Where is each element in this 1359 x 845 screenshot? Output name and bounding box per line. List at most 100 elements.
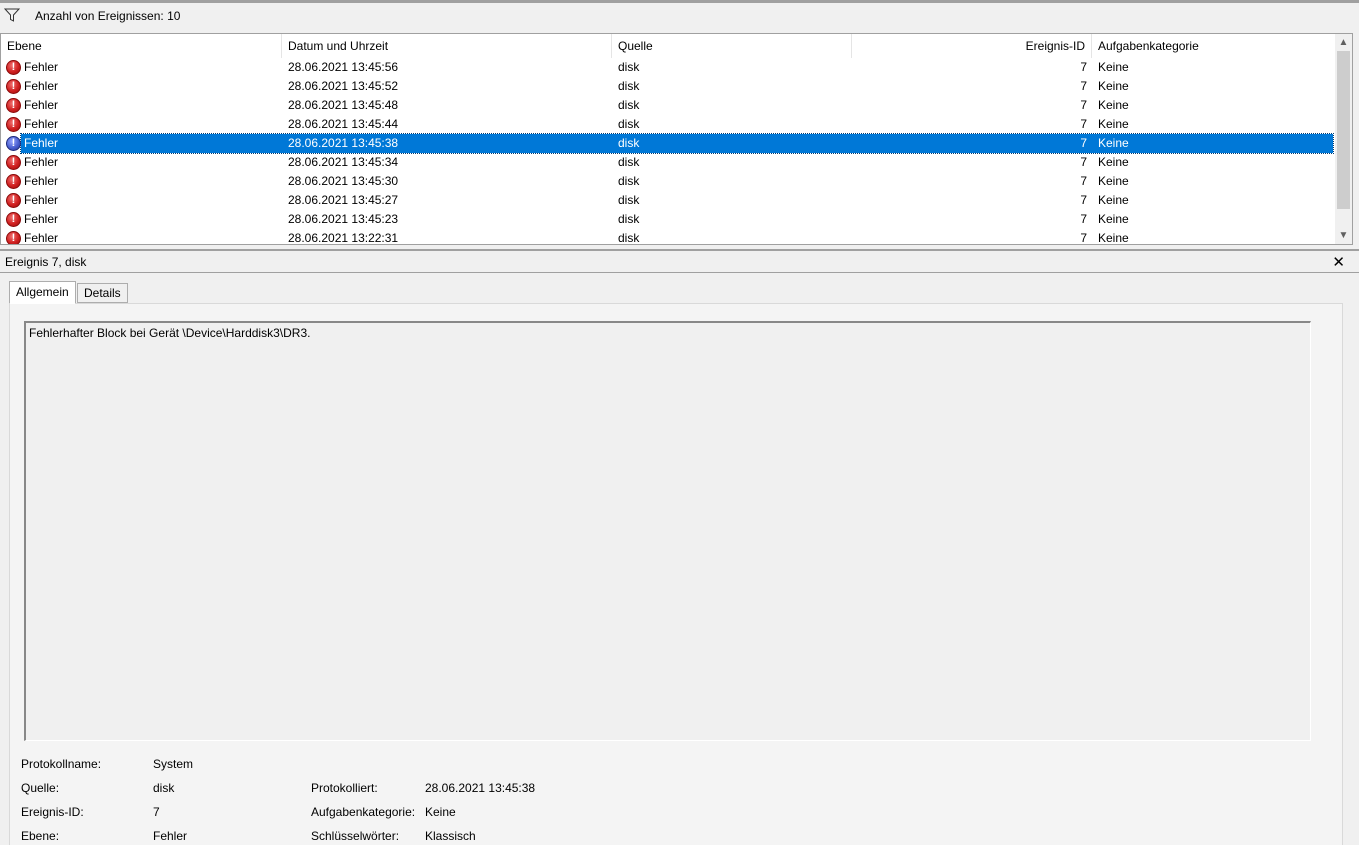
cell-datetime: 28.06.2021 13:45:56 <box>288 60 399 74</box>
cell-level: Fehler <box>24 212 59 226</box>
table-row[interactable]: ! Fehler 28.06.2021 13:45:38 disk 7 Keine <box>1 133 1335 154</box>
task-category-value: Keine <box>425 805 456 819</box>
cell-source: disk <box>618 155 640 169</box>
tab-details[interactable]: Details <box>77 283 128 303</box>
cell-task-category: Keine <box>1098 155 1129 169</box>
cell-task-category: Keine <box>1098 231 1129 245</box>
column-header-task-category[interactable]: Aufgabenkategorie <box>1092 34 1335 58</box>
error-icon: ! <box>6 212 21 227</box>
scroll-up-icon[interactable]: ▲ <box>1335 34 1352 51</box>
cell-level: Fehler <box>24 117 59 131</box>
event-rows: ! Fehler 28.06.2021 13:45:56 disk 7 Keine! Feh… <box>1 58 1335 245</box>
details-title: Ereignis 7, disk <box>5 255 87 269</box>
event-count: Anzahl von Ereignissen: 10 <box>35 9 181 23</box>
keywords-label: Schlüsselwörter: <box>311 829 400 843</box>
error-icon: ! <box>6 79 21 94</box>
filter-icon <box>4 8 20 22</box>
cell-task-category: Keine <box>1098 193 1129 207</box>
cell-task-category: Keine <box>1098 174 1129 188</box>
cell-datetime: 28.06.2021 13:45:23 <box>288 212 399 226</box>
vertical-scrollbar[interactable]: ▲ ▼ <box>1335 34 1352 244</box>
logged-label: Protokolliert: <box>311 781 378 795</box>
error-icon: ! <box>6 231 21 244</box>
cell-task-category: Keine <box>1098 117 1129 131</box>
source-value: disk <box>153 781 175 795</box>
cell-event-id: 7 <box>1080 231 1087 245</box>
close-icon[interactable]: ✕ <box>1332 253 1345 271</box>
cell-event-id: 7 <box>1080 98 1087 112</box>
error-icon: ! <box>6 117 21 132</box>
scroll-down-icon[interactable]: ▼ <box>1335 227 1352 244</box>
logged-value: 28.06.2021 13:45:38 <box>425 781 536 795</box>
cell-source: disk <box>618 212 640 226</box>
column-header-event-id[interactable]: Ereignis-ID <box>852 34 1092 58</box>
cell-level: Fehler <box>24 60 59 74</box>
table-row[interactable]: ! Fehler 28.06.2021 13:45:44 disk 7 Keine <box>1 115 1335 134</box>
cell-datetime: 28.06.2021 13:45:48 <box>288 98 399 112</box>
cell-datetime: 28.06.2021 13:45:34 <box>288 155 399 169</box>
cell-source: disk <box>618 174 640 188</box>
column-header-level[interactable]: Ebene <box>1 34 282 58</box>
cell-event-id: 7 <box>1080 212 1087 226</box>
error-icon: ! <box>6 98 21 113</box>
column-header-source[interactable]: Quelle <box>612 34 852 58</box>
error-icon: ! <box>6 174 21 189</box>
event-message[interactable]: Fehlerhafter Block bei Gerät \Device\Har… <box>24 321 1311 741</box>
general-panel: Fehlerhafter Block bei Gerät \Device\Har… <box>9 303 1343 845</box>
pane-splitter[interactable] <box>0 249 1359 251</box>
cell-task-category: Keine <box>1098 98 1129 112</box>
event-list[interactable]: Ebene Datum und Uhrzeit Quelle Ereignis-… <box>0 33 1353 245</box>
cell-source: disk <box>618 79 640 93</box>
log-name-label: Protokollname: <box>21 757 102 771</box>
cell-task-category: Keine <box>1098 60 1129 74</box>
table-row[interactable]: ! Fehler 28.06.2021 13:45:27 disk 7 Keine <box>1 191 1335 210</box>
source-label: Quelle: <box>21 781 60 795</box>
error-icon: ! <box>6 136 21 151</box>
scrollbar-thumb[interactable] <box>1337 51 1350 209</box>
cell-datetime: 28.06.2021 13:22:31 <box>288 231 399 245</box>
cell-task-category: Keine <box>1098 136 1129 150</box>
cell-level: Fehler <box>24 174 59 188</box>
table-row[interactable]: ! Fehler 28.06.2021 13:45:48 disk 7 Keine <box>1 96 1335 115</box>
cell-event-id: 7 <box>1080 193 1087 207</box>
cell-datetime: 28.06.2021 13:45:38 <box>288 136 399 150</box>
event-id-label: Ereignis-ID: <box>21 805 84 819</box>
column-header-datetime[interactable]: Datum und Uhrzeit <box>282 34 612 58</box>
table-row[interactable]: ! Fehler 28.06.2021 13:45:56 disk 7 Keine <box>1 58 1335 77</box>
cell-level: Fehler <box>24 98 59 112</box>
table-row[interactable]: ! Fehler 28.06.2021 13:45:52 disk 7 Keine <box>1 77 1335 96</box>
cell-datetime: 28.06.2021 13:45:44 <box>288 117 399 131</box>
level-label: Ebene: <box>21 829 60 843</box>
cell-level: Fehler <box>24 231 59 245</box>
event-list-header: Ebene Datum und Uhrzeit Quelle Ereignis-… <box>1 34 1335 58</box>
cell-datetime: 28.06.2021 13:45:30 <box>288 174 399 188</box>
cell-event-id: 7 <box>1080 60 1087 74</box>
cell-source: disk <box>618 193 640 207</box>
table-row[interactable]: ! Fehler 28.06.2021 13:45:34 disk 7 Keine <box>1 153 1335 172</box>
tab-general[interactable]: Allgemein <box>9 281 76 304</box>
selection-highlight <box>20 133 1334 154</box>
error-icon: ! <box>6 155 21 170</box>
cell-source: disk <box>618 60 640 74</box>
cell-datetime: 28.06.2021 13:45:27 <box>288 193 399 207</box>
task-category-label: Aufgabenkategorie: <box>311 805 416 819</box>
keywords-value: Klassisch <box>425 829 476 843</box>
cell-event-id: 7 <box>1080 155 1087 169</box>
table-row[interactable]: ! Fehler 28.06.2021 13:45:30 disk 7 Keine <box>1 172 1335 191</box>
cell-source: disk <box>618 117 640 131</box>
filter-bar: Anzahl von Ereignissen: 10 <box>0 3 1359 32</box>
cell-level: Fehler <box>24 193 59 207</box>
cell-task-category: Keine <box>1098 212 1129 226</box>
cell-level: Fehler <box>24 155 59 169</box>
cell-level: Fehler <box>24 136 59 150</box>
level-value: Fehler <box>153 829 188 843</box>
cell-source: disk <box>618 136 640 150</box>
cell-event-id: 7 <box>1080 79 1087 93</box>
table-row[interactable]: ! Fehler 28.06.2021 13:45:23 disk 7 Keine <box>1 210 1335 229</box>
error-icon: ! <box>6 193 21 208</box>
cell-task-category: Keine <box>1098 79 1129 93</box>
cell-source: disk <box>618 231 640 245</box>
event-id-value: 7 <box>153 805 160 819</box>
log-name-value: System <box>153 757 194 771</box>
table-row[interactable]: ! Fehler 28.06.2021 13:22:31 disk 7 Keine <box>1 229 1335 245</box>
